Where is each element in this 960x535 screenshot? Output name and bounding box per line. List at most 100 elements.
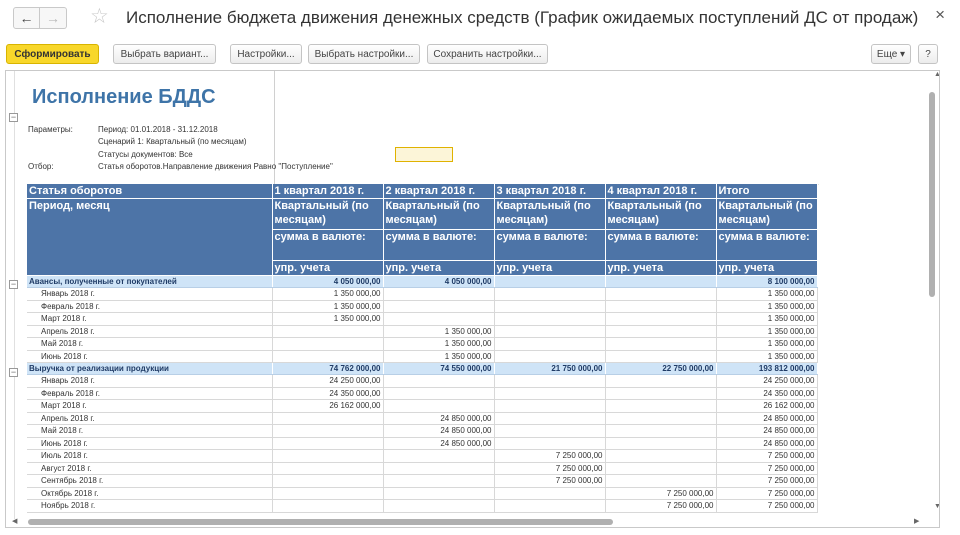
horizontal-scrollbar[interactable] (28, 519, 613, 525)
value-cell[interactable] (605, 424, 717, 438)
value-cell[interactable] (605, 387, 717, 400)
value-cell[interactable] (272, 424, 384, 438)
value-cell[interactable] (383, 387, 495, 400)
collapse-toggle-icon[interactable]: − (9, 368, 18, 377)
value-cell[interactable] (494, 287, 606, 301)
value-cell[interactable] (605, 325, 717, 338)
scroll-up-icon[interactable]: ▲ (934, 71, 939, 78)
group-value-cell[interactable]: 74 762 000,00 (272, 362, 384, 375)
value-cell[interactable]: 1 350 000,00 (272, 300, 384, 313)
help-button[interactable]: ? (918, 44, 938, 64)
table-row[interactable]: Июнь 2018 г. 24 850 000,00 24 850 000,00 (27, 437, 818, 450)
group-label[interactable]: Выручка от реализации продукции (27, 362, 273, 375)
value-cell[interactable] (605, 312, 717, 326)
value-cell[interactable] (272, 337, 384, 351)
value-cell[interactable]: 7 250 000,00 (494, 474, 606, 488)
collapse-toggle-icon[interactable]: − (9, 280, 18, 289)
group-value-cell[interactable]: 193 812 000,00 (716, 362, 818, 375)
choose-variant-button[interactable]: Выбрать вариант... (113, 44, 216, 64)
value-cell[interactable]: 7 250 000,00 (494, 449, 606, 463)
value-cell[interactable]: 24 250 000,00 (716, 374, 818, 388)
value-cell[interactable]: 26 162 000,00 (716, 399, 818, 413)
value-cell[interactable] (494, 312, 606, 326)
month-label[interactable]: Апрель 2018 г. (27, 412, 273, 425)
month-label[interactable]: Май 2018 г. (27, 337, 273, 351)
month-label[interactable]: Сентябрь 2018 г. (27, 474, 273, 488)
value-cell[interactable] (605, 350, 717, 363)
table-row[interactable]: Май 2018 г. 1 350 000,00 1 350 000,00 (27, 337, 818, 351)
table-row[interactable]: Март 2018 г. 1 350 000,00 1 350 000,00 (27, 312, 818, 326)
value-cell[interactable] (494, 387, 606, 400)
table-row[interactable]: Январь 2018 г. 1 350 000,00 1 350 000,00 (27, 287, 818, 301)
value-cell[interactable]: 24 250 000,00 (272, 374, 384, 388)
value-cell[interactable]: 1 350 000,00 (383, 325, 495, 338)
value-cell[interactable] (272, 437, 384, 450)
table-row[interactable]: Февраль 2018 г. 1 350 000,00 1 350 000,00 (27, 300, 818, 313)
value-cell[interactable]: 1 350 000,00 (716, 312, 818, 326)
more-button[interactable]: Еще ▾ (871, 44, 911, 64)
month-label[interactable]: Февраль 2018 г. (27, 300, 273, 313)
value-cell[interactable] (272, 474, 384, 488)
table-row[interactable]: Июнь 2018 г. 1 350 000,00 1 350 000,00 (27, 350, 818, 363)
group-value-cell[interactable] (494, 275, 606, 288)
table-row[interactable]: Ноябрь 2018 г. 7 250 000,00 7 250 000,00 (27, 499, 818, 513)
value-cell[interactable]: 1 350 000,00 (383, 350, 495, 363)
group-value-cell[interactable]: 8 100 000,00 (716, 275, 818, 288)
settings-button[interactable]: Настройки... (230, 44, 302, 64)
value-cell[interactable]: 7 250 000,00 (605, 487, 717, 500)
group-value-cell[interactable]: 21 750 000,00 (494, 362, 606, 375)
value-cell[interactable]: 7 250 000,00 (716, 487, 818, 500)
value-cell[interactable] (494, 337, 606, 351)
value-cell[interactable] (494, 300, 606, 313)
value-cell[interactable] (383, 487, 495, 500)
choose-settings-button[interactable]: Выбрать настройки... (308, 44, 420, 64)
value-cell[interactable]: 7 250 000,00 (716, 449, 818, 463)
group-row[interactable]: Авансы, полученные от покупателей 4 050 0… (27, 275, 818, 288)
value-cell[interactable] (383, 499, 495, 513)
table-row[interactable]: Январь 2018 г. 24 250 000,00 24 250 000,00 (27, 374, 818, 388)
value-cell[interactable] (605, 474, 717, 488)
collapse-toggle-icon[interactable]: − (9, 113, 18, 122)
group-row[interactable]: Выручка от реализации продукции 74 762 00… (27, 362, 818, 375)
value-cell[interactable] (272, 487, 384, 500)
value-cell[interactable]: 7 250 000,00 (494, 462, 606, 475)
generate-button[interactable]: Сформировать (6, 44, 99, 64)
value-cell[interactable] (605, 399, 717, 413)
value-cell[interactable] (605, 374, 717, 388)
month-label[interactable]: Май 2018 г. (27, 424, 273, 438)
value-cell[interactable] (383, 462, 495, 475)
value-cell[interactable] (383, 399, 495, 413)
month-label[interactable]: Август 2018 г. (27, 462, 273, 475)
table-row[interactable]: Март 2018 г. 26 162 000,00 26 162 000,00 (27, 399, 818, 413)
value-cell[interactable] (494, 424, 606, 438)
table-row[interactable]: Февраль 2018 г. 24 350 000,00 24 350 000,0… (27, 387, 818, 400)
value-cell[interactable] (494, 350, 606, 363)
value-cell[interactable]: 7 250 000,00 (716, 462, 818, 475)
value-cell[interactable] (605, 300, 717, 313)
value-cell[interactable] (383, 287, 495, 301)
value-cell[interactable] (383, 374, 495, 388)
value-cell[interactable]: 24 350 000,00 (716, 387, 818, 400)
value-cell[interactable] (494, 487, 606, 500)
value-cell[interactable]: 7 250 000,00 (605, 499, 717, 513)
value-cell[interactable]: 7 250 000,00 (716, 499, 818, 513)
value-cell[interactable] (605, 449, 717, 463)
value-cell[interactable]: 26 162 000,00 (272, 399, 384, 413)
value-cell[interactable] (494, 412, 606, 425)
value-cell[interactable]: 1 350 000,00 (272, 312, 384, 326)
group-value-cell[interactable] (605, 275, 717, 288)
value-cell[interactable] (605, 462, 717, 475)
group-value-cell[interactable]: 4 050 000,00 (272, 275, 384, 288)
forward-button[interactable]: → (40, 7, 67, 29)
table-row[interactable]: Май 2018 г. 24 850 000,00 24 850 000,00 (27, 424, 818, 438)
table-row[interactable]: Октябрь 2018 г. 7 250 000,00 7 250 000,00 (27, 487, 818, 500)
group-label[interactable]: Авансы, полученные от покупателей (27, 275, 273, 288)
month-label[interactable]: Апрель 2018 г. (27, 325, 273, 338)
value-cell[interactable]: 24 850 000,00 (716, 437, 818, 450)
month-label[interactable]: Июнь 2018 г. (27, 350, 273, 363)
value-cell[interactable] (494, 374, 606, 388)
month-label[interactable]: Июль 2018 г. (27, 449, 273, 463)
value-cell[interactable]: 24 850 000,00 (716, 424, 818, 438)
value-cell[interactable]: 1 350 000,00 (383, 337, 495, 351)
group-value-cell[interactable]: 4 050 000,00 (383, 275, 495, 288)
